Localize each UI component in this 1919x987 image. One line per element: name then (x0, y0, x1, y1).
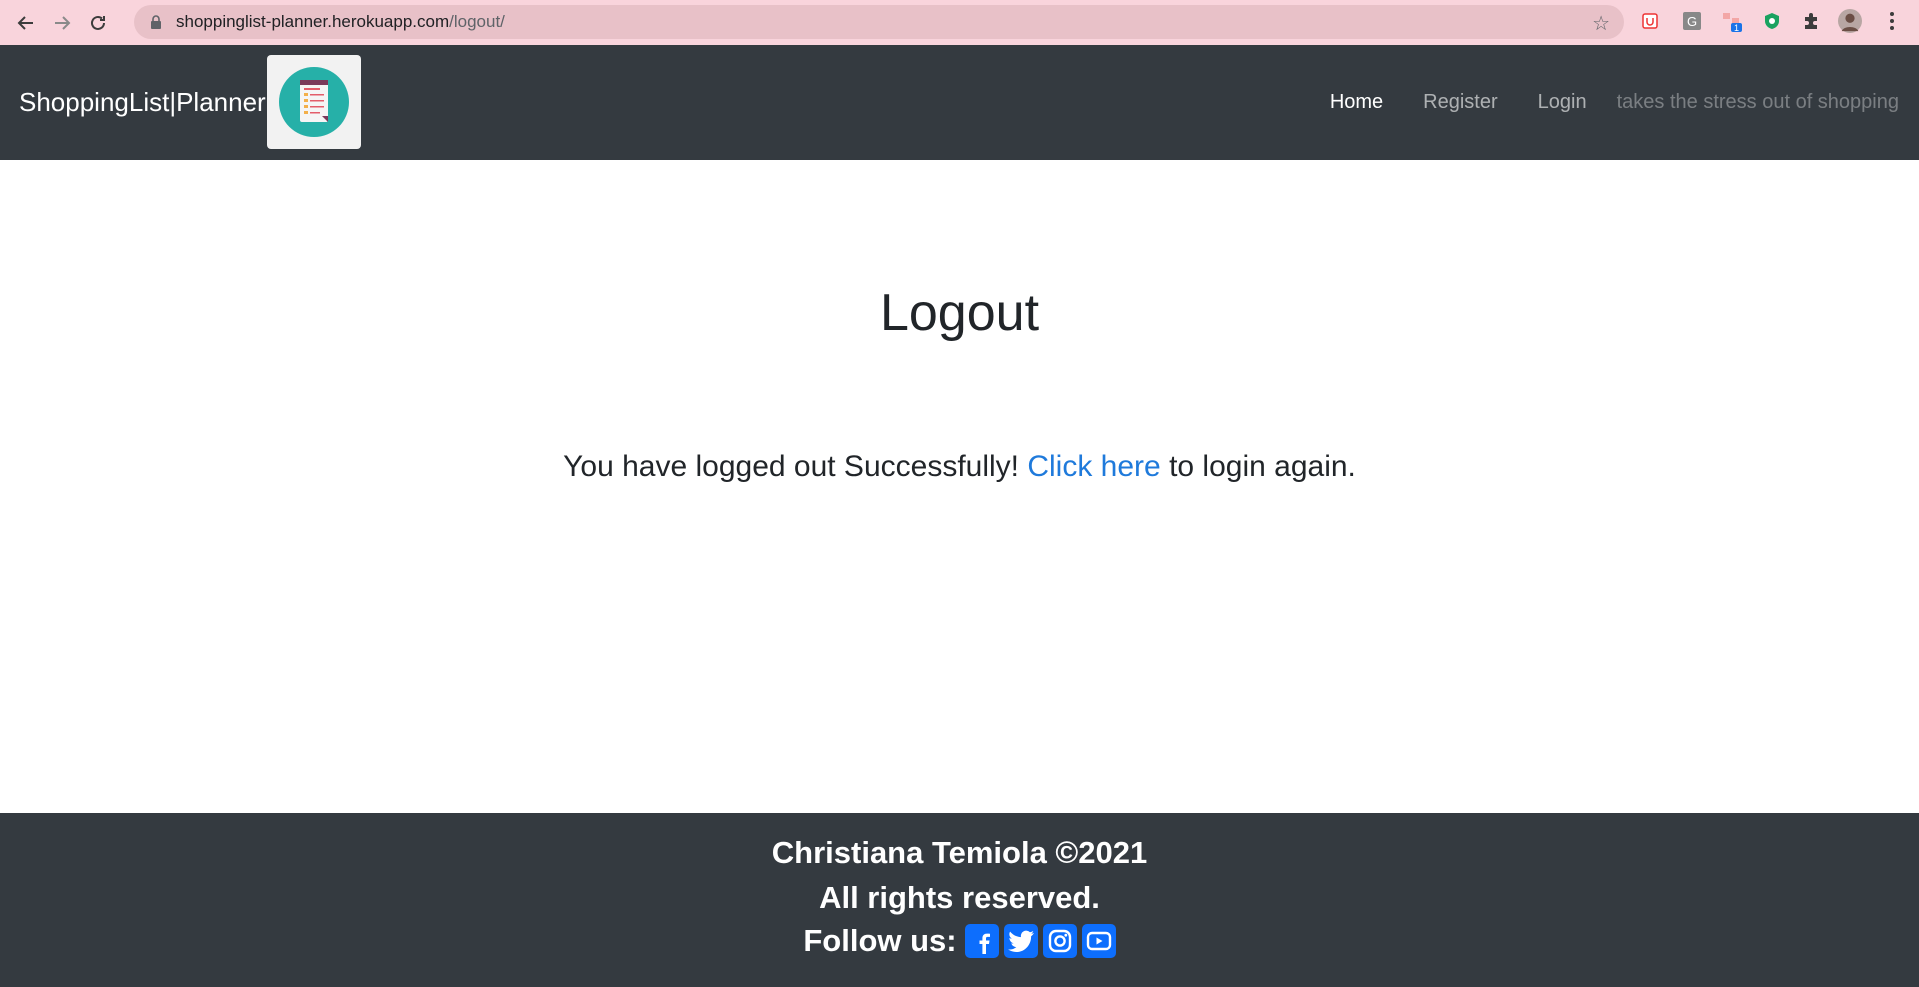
follow-label: Follow us: (803, 923, 957, 958)
follow-row: Follow us: (0, 923, 1919, 959)
vpn-extension-icon[interactable] (1760, 9, 1784, 33)
lock-icon (151, 15, 161, 29)
logout-success-text: You have logged out Successfully! (563, 450, 1019, 483)
address-bar[interactable]: shoppinglist-planner.herokuapp.com/logou… (134, 5, 1624, 39)
forward-arrow-icon[interactable] (44, 5, 80, 41)
url-text: shoppinglist-planner.herokuapp.com/logou… (176, 12, 505, 31)
nav-register[interactable]: Register (1423, 91, 1497, 114)
instagram-icon[interactable] (1042, 924, 1077, 958)
twitter-icon[interactable] (1003, 924, 1038, 958)
main-nav: Home Register Login takes the stress out… (1290, 91, 1899, 114)
nav-login[interactable]: Login (1538, 91, 1587, 114)
youtube-icon[interactable] (1081, 924, 1116, 958)
diagram-extension-icon[interactable]: 1 (1720, 9, 1744, 33)
login-again-text: to login again. (1169, 450, 1356, 483)
svg-text:G: G (1687, 14, 1697, 29)
menu-kebab-icon[interactable] (1880, 9, 1904, 33)
nav-home[interactable]: Home (1330, 91, 1383, 114)
reload-icon[interactable] (80, 5, 116, 41)
brand-link[interactable]: ShoppingList|Planner (19, 87, 266, 118)
browser-toolbar: shoppinglist-planner.herokuapp.com/logou… (0, 0, 1919, 45)
tagline-text: takes the stress out of shopping (1616, 91, 1899, 113)
shopping-list-logo[interactable] (267, 55, 361, 149)
copyright-text: Christiana Temiola ©2021 (771, 835, 1148, 870)
logout-message: You have logged out Successfully! Click … (0, 450, 1919, 484)
puzzle-icon[interactable] (1799, 9, 1823, 33)
grammar-extension-icon[interactable]: G (1680, 9, 1704, 33)
back-arrow-icon[interactable] (8, 5, 44, 41)
site-navbar: ShoppingList|Planner Home Register Login… (0, 45, 1919, 160)
svg-text:1: 1 (1734, 23, 1739, 32)
facebook-icon[interactable] (964, 924, 999, 958)
page-title: Logout (879, 284, 1040, 342)
site-footer: Christiana Temiola ©2021 All rights rese… (0, 813, 1919, 987)
bookmark-star-icon[interactable]: ☆ (1592, 11, 1610, 36)
login-again-link[interactable]: Click here (1027, 450, 1160, 483)
rights-text: All rights reserved. (819, 880, 1100, 915)
shield-extension-icon[interactable] (1638, 9, 1662, 33)
profile-avatar[interactable] (1838, 9, 1862, 33)
